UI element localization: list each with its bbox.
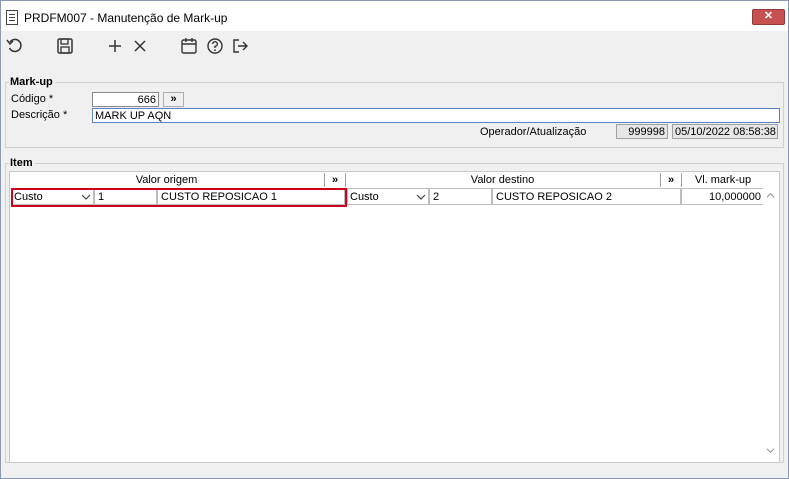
calendar-icon[interactable]	[179, 36, 199, 56]
operador-field: 999998	[616, 124, 668, 139]
undo-icon[interactable]	[5, 36, 25, 56]
operador-label: Operador/Atualização	[480, 126, 587, 138]
descricao-label: Descrição *	[11, 109, 68, 121]
help-icon[interactable]	[205, 36, 225, 56]
markup-legend: Mark-up	[9, 76, 55, 88]
header-vl-markup: Vl. mark-up	[694, 174, 752, 186]
item-legend: Item	[9, 157, 35, 169]
origem-lookup-button[interactable]: »	[325, 173, 345, 187]
header-valor-destino: Valor destino	[470, 174, 535, 186]
app-document-icon	[6, 10, 18, 25]
add-icon[interactable]	[105, 36, 125, 56]
codigo-label: Código *	[11, 93, 54, 105]
vertical-scrollbar[interactable]	[763, 188, 778, 460]
window-title: PRDFM007 - Manutenção de Mark-up	[24, 11, 228, 25]
title-bar: PRDFM007 - Manutenção de Mark-up ✕	[1, 1, 788, 31]
scroll-down-icon[interactable]	[766, 446, 775, 455]
vl-markup-cell[interactable]: 10,000000	[681, 188, 765, 205]
items-grid: Valor origem » Valor destino » Vl. mark-…	[9, 171, 780, 463]
toolbar	[1, 31, 788, 62]
selected-row-highlight	[11, 188, 347, 207]
status-bar	[1, 463, 788, 478]
main-window: PRDFM007 - Manutenção de Mark-up ✕ Mark-…	[0, 0, 789, 479]
exit-icon[interactable]	[230, 36, 250, 56]
save-icon[interactable]	[55, 36, 75, 56]
destino-tipo-value: Custo	[350, 191, 379, 203]
destino-lookup-button[interactable]: »	[661, 173, 681, 187]
destino-codigo-cell[interactable]: 2	[429, 188, 492, 205]
scroll-up-icon[interactable]	[766, 191, 775, 200]
chevron-down-icon	[416, 194, 426, 200]
destino-tipo-select[interactable]: Custo	[347, 188, 429, 205]
atualizacao-field: 05/10/2022 08:58:38	[672, 124, 778, 139]
codigo-lookup-button[interactable]: »	[163, 92, 184, 107]
close-button[interactable]: ✕	[752, 9, 785, 25]
header-valor-origem: Valor origem	[135, 174, 198, 186]
delete-icon[interactable]	[130, 36, 150, 56]
descricao-field[interactable]: MARK UP AQN	[92, 108, 780, 123]
destino-desc-cell[interactable]: CUSTO REPOSICAO 2	[492, 188, 681, 205]
codigo-field[interactable]: 666	[92, 92, 159, 107]
